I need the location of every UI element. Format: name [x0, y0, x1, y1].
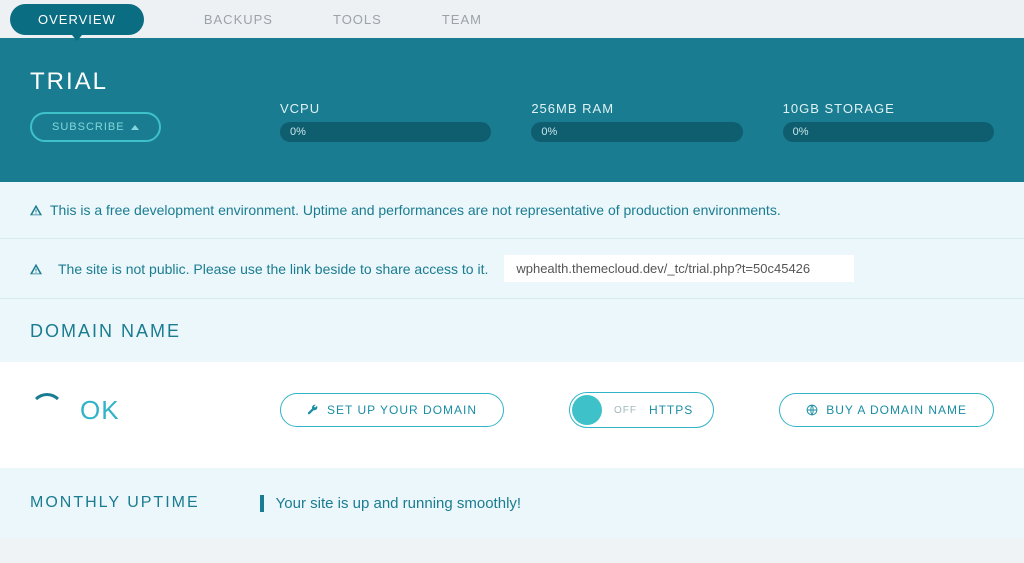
- alert-not-public-text: The site is not public. Please use the l…: [58, 261, 488, 277]
- alert-dev-environment: This is a free development environment. …: [0, 182, 1024, 239]
- metric-vcpu-bar: 0%: [280, 122, 491, 142]
- subscribe-button[interactable]: SUBSCRIBE: [30, 112, 161, 142]
- domain-status: OK: [80, 395, 120, 426]
- tab-overview[interactable]: OVERVIEW: [10, 4, 144, 35]
- tab-tools[interactable]: TOOLS: [333, 12, 382, 27]
- toggle-label: HTTPS: [649, 403, 693, 417]
- toggle-state: OFF: [614, 405, 637, 416]
- alert-dev-text: This is a free development environment. …: [50, 202, 781, 218]
- tab-team[interactable]: TEAM: [442, 12, 482, 27]
- domain-section-title: DOMAIN NAME: [0, 299, 1024, 362]
- top-tabs: OVERVIEW BACKUPS TOOLS TEAM: [0, 0, 1024, 38]
- uptime-title: MONTHLY UPTIME: [30, 494, 200, 512]
- globe-icon: [806, 404, 818, 416]
- metric-ram: 256MB RAM 0%: [531, 101, 742, 142]
- setup-domain-button[interactable]: SET UP YOUR DOMAIN: [280, 393, 504, 427]
- buy-domain-label: BUY A DOMAIN NAME: [826, 403, 967, 417]
- metric-vcpu-label: VCPU: [280, 101, 491, 116]
- uptime-section: MONTHLY UPTIME Your site is up and runni…: [0, 468, 1024, 538]
- domain-panel: OK SET UP YOUR DOMAIN OFF HTTPS BUY A DO…: [0, 362, 1024, 468]
- uptime-message: Your site is up and running smoothly!: [260, 495, 521, 512]
- wrench-icon: [307, 404, 319, 416]
- spinner-icon: [30, 393, 64, 427]
- plan-title: TRIAL: [30, 68, 280, 96]
- alert-not-public: The site is not public. Please use the l…: [0, 239, 1024, 299]
- toggle-knob: [572, 395, 602, 425]
- hero-panel: TRIAL SUBSCRIBE VCPU 0% 256MB RAM 0% 10G…: [0, 38, 1024, 182]
- metric-vcpu: VCPU 0%: [280, 101, 491, 142]
- metric-storage-bar: 0%: [783, 122, 994, 142]
- warning-icon: [30, 263, 42, 275]
- share-url-input[interactable]: [504, 255, 854, 282]
- buy-domain-button[interactable]: BUY A DOMAIN NAME: [779, 393, 994, 427]
- warning-icon: [30, 204, 42, 216]
- subscribe-label: SUBSCRIBE: [52, 121, 125, 133]
- metric-storage: 10GB STORAGE 0%: [783, 101, 994, 142]
- tab-backups[interactable]: BACKUPS: [204, 12, 273, 27]
- metric-ram-label: 256MB RAM: [531, 101, 742, 116]
- metric-storage-label: 10GB STORAGE: [783, 101, 994, 116]
- chevron-up-icon: [131, 125, 139, 130]
- metric-ram-bar: 0%: [531, 122, 742, 142]
- https-toggle[interactable]: OFF HTTPS: [569, 392, 714, 428]
- setup-domain-label: SET UP YOUR DOMAIN: [327, 403, 477, 417]
